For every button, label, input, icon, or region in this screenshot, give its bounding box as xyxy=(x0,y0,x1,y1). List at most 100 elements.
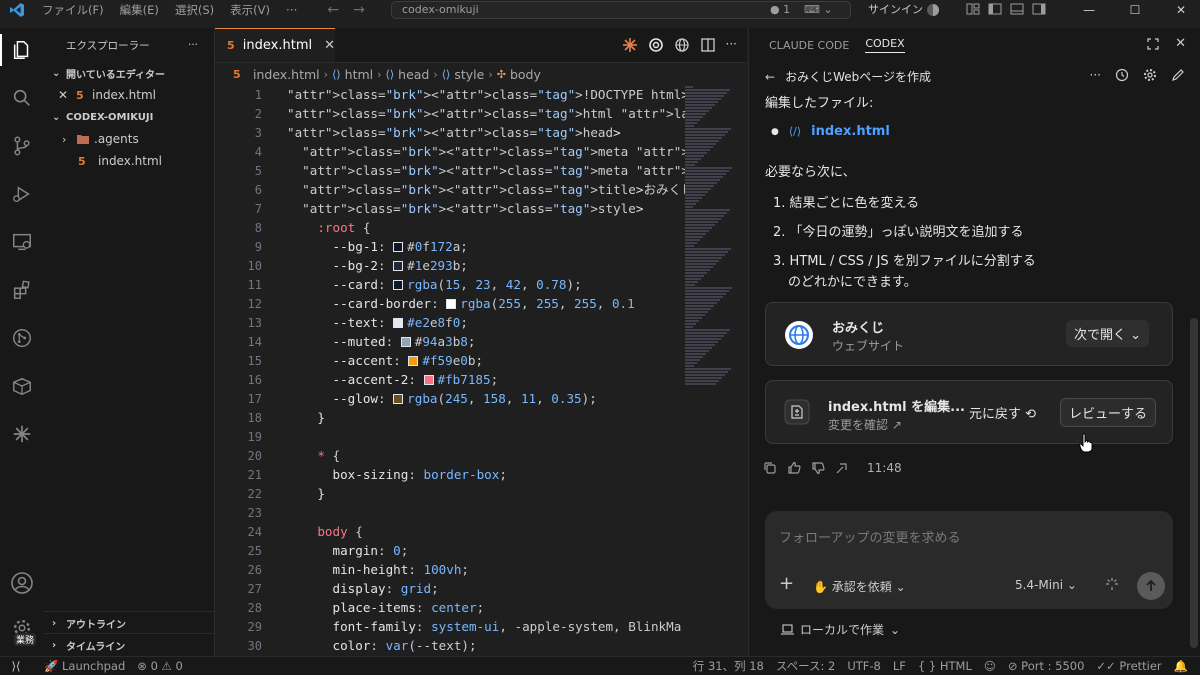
code-line[interactable]: 1 "attr">class="brk"><"attr">class="tag">… xyxy=(215,85,685,104)
settings-gear-icon[interactable] xyxy=(1143,68,1157,82)
review-button[interactable]: レビューする xyxy=(1060,398,1157,427)
thumbs-up-icon[interactable] xyxy=(787,461,801,475)
launchpad-item[interactable]: 🚀 Launchpad xyxy=(38,659,131,673)
followup-input[interactable]: フォローアップの変更を求める xyxy=(779,527,960,546)
editor-more-button[interactable]: ··· xyxy=(726,37,737,53)
code-line[interactable]: 27 display: grid; xyxy=(215,579,685,598)
code-line[interactable]: 6 "attr">class="brk"><"attr">class="tag"… xyxy=(215,180,685,199)
remote-indicator-icon[interactable]: ⟩⟨ xyxy=(0,657,32,675)
account-icon[interactable] xyxy=(0,563,44,603)
revert-button[interactable]: 元に戻す ⟲ xyxy=(969,403,1036,422)
add-attachment-icon[interactable]: + xyxy=(779,575,794,593)
line-ending[interactable]: LF xyxy=(887,659,912,673)
thumbs-down-icon[interactable] xyxy=(811,461,825,475)
menu-file[interactable]: ファイル(F) xyxy=(34,0,112,20)
extensions-icon[interactable] xyxy=(0,270,44,310)
encoding[interactable]: UTF-8 xyxy=(841,659,887,673)
code-line[interactable]: 18 } xyxy=(215,408,685,427)
code-line[interactable]: 29 font-family: system-ui, -apple-system… xyxy=(215,617,685,636)
menu-selection[interactable]: 選択(S) xyxy=(167,0,222,20)
new-chat-icon[interactable] xyxy=(1171,68,1185,82)
indentation[interactable]: スペース: 2 xyxy=(770,658,841,674)
code-line[interactable]: 24 body { xyxy=(215,522,685,541)
breadcrumb-head[interactable]: head xyxy=(398,67,429,82)
code-line[interactable]: 3 "attr">class="brk"><"attr">class="tag">… xyxy=(215,123,685,142)
edited-file-link[interactable]: index.html xyxy=(811,124,890,139)
signin-button[interactable]: サインイン xyxy=(868,0,923,20)
customize-layout-icon[interactable] xyxy=(966,2,980,16)
search-icon[interactable] xyxy=(0,78,44,118)
code-line[interactable]: 28 place-items: center; xyxy=(215,598,685,617)
maximize-button[interactable]: ☐ xyxy=(1112,0,1158,20)
close-window-button[interactable]: ✕ xyxy=(1158,0,1200,20)
code-line[interactable]: 8 :root { xyxy=(215,218,685,237)
code-line[interactable]: 19 xyxy=(215,427,685,446)
menu-more-button[interactable]: ··· xyxy=(278,3,305,17)
command-center-search[interactable]: codex-omikuji ● 1 ⌨ ⌄ xyxy=(391,1,851,19)
accounts-icon[interactable] xyxy=(926,3,940,17)
container-icon[interactable] xyxy=(0,366,44,406)
claude-action-icon[interactable] xyxy=(622,37,638,53)
copilot-icon[interactable]: ⌨ ⌄ xyxy=(804,2,833,18)
code-line[interactable]: 21 box-sizing: border-box; xyxy=(215,465,685,484)
code-line[interactable]: 25 margin: 0; xyxy=(215,541,685,560)
send-button[interactable] xyxy=(1137,572,1165,600)
code-line[interactable]: 12 --card-border: rgba(255, 255, 255, 0.… xyxy=(215,294,685,313)
share-icon[interactable] xyxy=(835,461,849,475)
breadcrumb-body[interactable]: body xyxy=(510,67,541,82)
code-line[interactable]: 30 color: var(--text); xyxy=(215,636,685,655)
review-changes-link[interactable]: 変更を確認 ↗ xyxy=(828,416,902,433)
menu-edit[interactable]: 編集(E) xyxy=(112,0,167,20)
toggle-panel-icon[interactable] xyxy=(1010,2,1024,16)
port-status[interactable]: ⊘ Port : 5500 xyxy=(1002,659,1091,673)
code-line[interactable]: 10 --bg-2: #1e293b; xyxy=(215,256,685,275)
code-line[interactable]: 13 --text: #e2e8f0; xyxy=(215,313,685,332)
toggle-secondary-sidebar-icon[interactable] xyxy=(1032,2,1046,16)
code-line[interactable]: 23 xyxy=(215,503,685,522)
minimize-button[interactable]: — xyxy=(1066,0,1112,20)
forward-arrow-icon[interactable]: → xyxy=(353,2,365,18)
folder-agents[interactable]: › .agents xyxy=(44,128,214,150)
breadcrumb-style[interactable]: style xyxy=(454,67,484,82)
file-index-html[interactable]: 5 index.html xyxy=(44,150,214,172)
claude-burst-icon[interactable] xyxy=(0,414,44,454)
approval-dropdown[interactable]: ✋ 承認を依頼 ⌄ xyxy=(813,578,906,595)
language-mode[interactable]: { } HTML xyxy=(912,659,978,673)
code-line[interactable]: 26 min-height: 100vh; xyxy=(215,560,685,579)
toggle-sidebar-icon[interactable] xyxy=(988,2,1002,16)
code-line[interactable]: 9 --bg-1: #0f172a; xyxy=(215,237,685,256)
breadcrumb-html[interactable]: html xyxy=(345,67,373,82)
code-line[interactable]: 7 "attr">class="brk"><"attr">class="tag"… xyxy=(215,199,685,218)
project-section[interactable]: ⌄ CODEX-OMIKUJI xyxy=(44,106,214,128)
prettier-status[interactable]: ✓✓ Prettier xyxy=(1090,659,1167,673)
code-line[interactable]: 14 --muted: #94a3b8; xyxy=(215,332,685,351)
tab-index-html[interactable]: 5 index.html ✕ xyxy=(215,28,335,62)
thread-more-button[interactable]: ··· xyxy=(1090,68,1101,82)
notifications-bell-icon[interactable]: 🔔 xyxy=(1168,659,1194,673)
close-tab-icon[interactable]: ✕ xyxy=(324,38,335,53)
pull-request-icon[interactable] xyxy=(0,318,44,358)
local-work-dropdown[interactable]: ローカルで作業 ⌄ xyxy=(781,621,900,638)
explorer-more-button[interactable]: ··· xyxy=(188,39,198,51)
followup-input-box[interactable]: フォローアップの変更を求める + ✋ 承認を依頼 ⌄ 5.4-Mini ⌄ xyxy=(765,511,1173,609)
remote-explorer-icon[interactable] xyxy=(0,222,44,262)
back-arrow-icon[interactable]: ← xyxy=(327,2,339,18)
code-editor[interactable]: 1 "attr">class="brk"><"attr">class="tag">… xyxy=(215,85,685,656)
code-line[interactable]: 5 "attr">class="brk"><"attr">class="tag"… xyxy=(215,161,685,180)
close-icon[interactable]: ✕ xyxy=(58,88,76,102)
cursor-position[interactable]: 行 31、列 18 xyxy=(687,658,770,674)
copilot-status-icon[interactable]: ☺ xyxy=(978,659,1002,673)
explorer-icon[interactable] xyxy=(0,30,44,70)
code-line[interactable]: 22 } xyxy=(215,484,685,503)
minimap[interactable] xyxy=(685,85,740,415)
open-with-button[interactable]: 次で開く ⌄ xyxy=(1066,320,1150,347)
open-editor-item[interactable]: ✕ 5 index.html xyxy=(44,84,214,106)
split-editor-icon[interactable] xyxy=(700,37,716,53)
timeline-section[interactable]: › タイムライン xyxy=(44,634,214,656)
tab-claude-code[interactable]: CLAUDE CODE xyxy=(769,39,849,52)
tab-codex[interactable]: CODEX xyxy=(865,37,905,53)
outline-section[interactable]: › アウトライン xyxy=(44,612,214,634)
code-line[interactable]: 2 "attr">class="brk"><"attr">class="tag">… xyxy=(215,104,685,123)
run-debug-icon[interactable] xyxy=(0,174,44,214)
code-line[interactable]: 20 * { xyxy=(215,446,685,465)
